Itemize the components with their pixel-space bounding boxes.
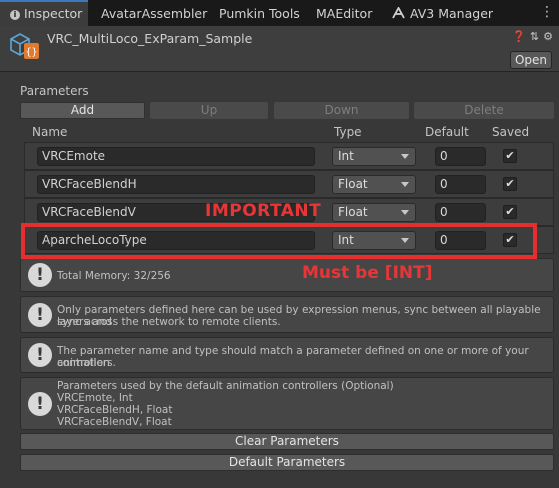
type-value: Int <box>338 149 354 163</box>
saved-checkbox[interactable]: ✔ <box>503 177 517 191</box>
defaults-info-box: ! Parameters used by the default animati… <box>20 377 554 430</box>
defaults-title: Parameters used by the default animation… <box>57 380 394 392</box>
up-button[interactable]: Up <box>150 102 268 119</box>
saved-checkbox[interactable]: ✔ <box>503 205 517 219</box>
parameter-default-field[interactable]: 0 <box>435 175 486 194</box>
match-note-line-1: The parameter name and type should match… <box>57 345 529 369</box>
tab-pumkin-tools[interactable]: Pumkin Tools <box>219 0 300 26</box>
parameter-name-field[interactable]: VRCFaceBlendH <box>37 175 315 194</box>
warning-icon: ! <box>28 263 52 287</box>
down-button[interactable]: Down <box>274 102 409 119</box>
tab-label: AvatarAssembler <box>101 6 208 21</box>
type-value: Float <box>338 177 368 191</box>
av3-icon <box>392 6 405 19</box>
settings-sliders-icon[interactable]: ⇅ <box>530 30 539 43</box>
parameter-type-dropdown[interactable]: Float <box>332 203 416 222</box>
tab-bar: i Inspector AvatarAssembler Pumkin Tools … <box>0 0 559 26</box>
open-button[interactable]: Open <box>510 51 552 69</box>
sync-info-box: ! Only parameters defined here can be us… <box>20 296 554 333</box>
delete-button[interactable]: Delete <box>414 102 554 119</box>
tab-label: MAEditor <box>316 6 373 21</box>
svg-text:{}: {} <box>25 47 37 58</box>
tab-label: Inspector <box>24 6 83 21</box>
match-note-line-2: controllers. <box>57 357 116 369</box>
add-button[interactable]: Add <box>20 102 145 119</box>
memory-info-box: ! Total Memory: 32/256 <box>20 258 554 292</box>
clear-parameters-button[interactable]: Clear Parameters <box>20 433 554 450</box>
warning-icon: ! <box>28 343 52 367</box>
tab-maeditor[interactable]: MAEditor <box>316 0 372 26</box>
dropdown-arrow-icon <box>401 154 409 159</box>
sync-note-line-2: sync across the network to remote client… <box>57 316 281 328</box>
warning-icon: ! <box>28 392 52 416</box>
important-annotation: IMPORTANT <box>205 201 322 221</box>
column-header-name: Name <box>32 125 68 139</box>
asset-file-icon: {} <box>10 33 39 59</box>
parameter-row: VRCEmote Int 0 ✔ <box>24 142 554 170</box>
parameter-default-field[interactable]: 0 <box>435 147 486 166</box>
tab-label: AV3 Manager <box>410 6 494 21</box>
must-be-int-annotation: Must be [INT] <box>302 263 433 283</box>
parameter-type-dropdown[interactable]: Float <box>332 175 416 194</box>
gear-icon[interactable]: ⚙ <box>543 30 553 43</box>
highlight-box <box>21 223 537 259</box>
tab-avatar-assembler[interactable]: AvatarAssembler <box>101 0 207 26</box>
defaults-line: VRCFaceBlendV, Float <box>57 416 172 428</box>
tab-label: Pumkin Tools <box>219 6 300 21</box>
dropdown-arrow-icon <box>401 210 409 215</box>
total-memory-text: Total Memory: 32/256 <box>57 270 171 282</box>
saved-checkbox[interactable]: ✔ <box>503 149 517 163</box>
parameters-section-label: Parameters <box>20 84 89 98</box>
column-header-saved: Saved <box>492 125 530 139</box>
help-icon[interactable]: ❓ <box>512 30 526 43</box>
dropdown-arrow-icon <box>401 182 409 187</box>
inspector-header: {} VRC_MultiLoco_ExParam_Sample ❓ ⇅ ⚙ Open <box>0 26 559 72</box>
parameter-name-field[interactable]: VRCEmote <box>37 147 315 166</box>
match-info-box: ! The parameter name and type should mat… <box>20 337 554 373</box>
column-header-type: Type <box>334 125 362 139</box>
defaults-line: VRCEmote, Int <box>57 392 133 404</box>
header-icon-group: ❓ ⇅ ⚙ <box>508 30 553 43</box>
info-icon: i <box>10 10 20 20</box>
parameter-default-field[interactable]: 0 <box>435 203 486 222</box>
default-parameters-button[interactable]: Default Parameters <box>20 454 554 471</box>
more-menu-icon[interactable]: ⋮ <box>540 0 554 26</box>
parameter-row: VRCFaceBlendH Float 0 ✔ <box>24 170 554 198</box>
defaults-line: VRCFaceBlendH, Float <box>57 404 173 416</box>
parameter-type-dropdown[interactable]: Int <box>332 147 416 166</box>
type-value: Float <box>338 205 368 219</box>
tab-inspector[interactable]: i Inspector <box>0 0 88 26</box>
warning-icon: ! <box>28 303 52 327</box>
object-name: VRC_MultiLoco_ExParam_Sample <box>47 31 253 46</box>
column-header-default: Default <box>425 125 469 139</box>
tab-av3-manager[interactable]: AV3 Manager <box>392 0 493 26</box>
